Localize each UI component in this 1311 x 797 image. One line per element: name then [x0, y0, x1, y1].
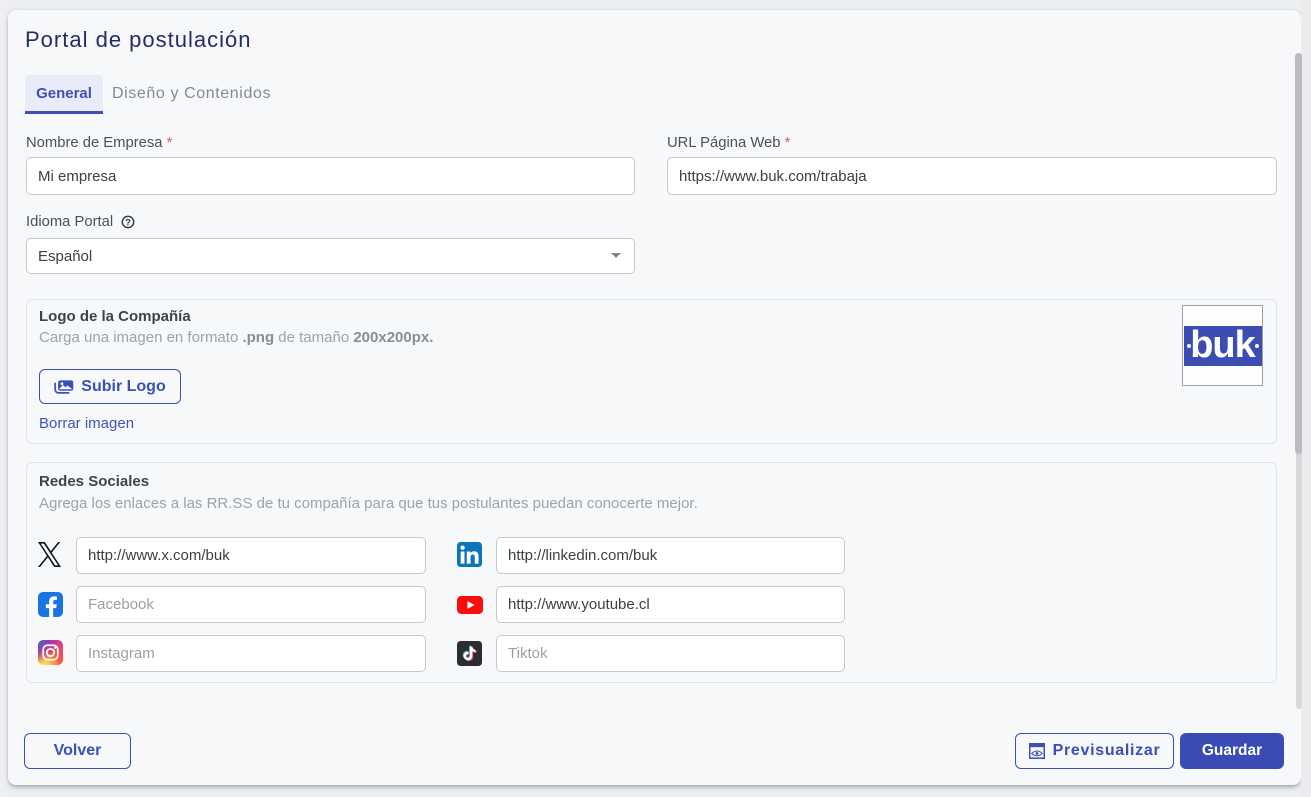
svg-text:?: ? [125, 217, 131, 228]
